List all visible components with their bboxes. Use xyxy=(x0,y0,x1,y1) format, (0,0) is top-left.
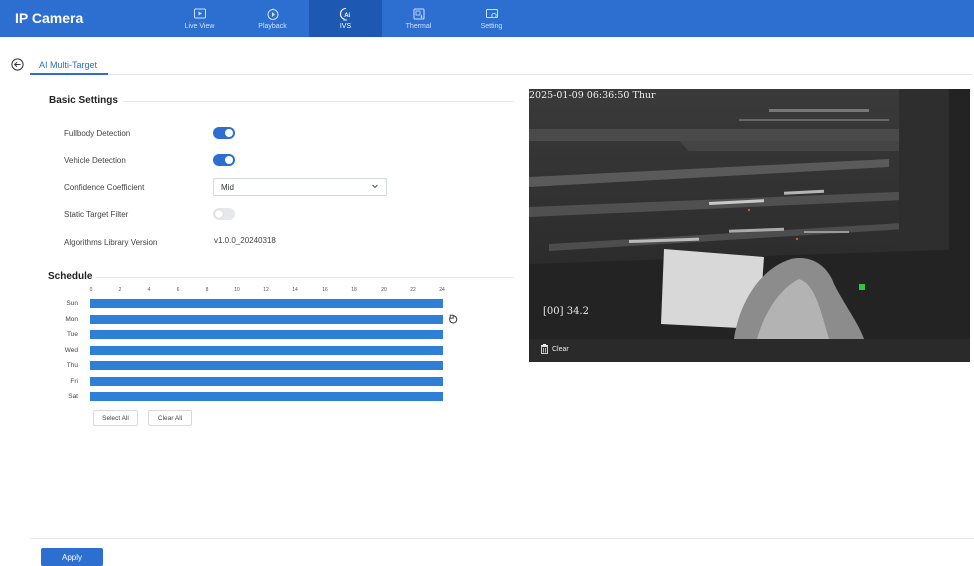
nav-label: Playback xyxy=(258,23,287,30)
apply-button[interactable]: Apply xyxy=(41,548,103,566)
algorithms-version-label: Algorithms Library Version xyxy=(64,238,158,247)
schedule-bar-wed[interactable] xyxy=(90,346,443,355)
clear-label: Clear xyxy=(552,345,569,353)
hour-label: 12 xyxy=(263,287,269,293)
app-title: IP Camera xyxy=(15,10,84,26)
hour-label: 16 xyxy=(322,287,328,293)
hour-label: 0 xyxy=(89,287,93,293)
thermal-scene-image xyxy=(529,89,970,339)
chevron-down-icon xyxy=(372,184,378,189)
toggle-knob xyxy=(225,129,233,137)
confidence-coefficient-select[interactable]: Mid xyxy=(213,178,387,196)
static-target-filter-toggle[interactable] xyxy=(213,208,235,220)
setting-icon xyxy=(485,9,498,19)
hour-label: 8 xyxy=(205,287,209,293)
copy-schedule-icon[interactable] xyxy=(448,314,458,324)
back-arrow-icon[interactable] xyxy=(11,58,24,71)
confidence-coefficient-label: Confidence Coefficient xyxy=(64,183,145,192)
schedule-title: Schedule xyxy=(48,271,93,282)
select-value: Mid xyxy=(221,183,234,192)
thermal-icon xyxy=(413,8,424,20)
day-label-sat: Sat xyxy=(68,393,78,400)
schedule-bar-tue[interactable] xyxy=(90,330,443,339)
clear-button[interactable]: Clear xyxy=(540,344,569,354)
tab-ai-multi-target[interactable]: AI Multi-Target xyxy=(39,60,97,70)
osd-timestamp: 2025-01-09 06:36:50 Thur xyxy=(529,90,656,101)
osd-temperature-readout: [00] 34.2 xyxy=(543,306,589,317)
day-label-fri: Fri xyxy=(70,378,78,385)
day-label-thu: Thu xyxy=(66,362,78,369)
day-label-tue: Tue xyxy=(67,331,78,338)
toggle-knob xyxy=(215,210,223,218)
hour-label: 20 xyxy=(381,287,387,293)
live-video-preview[interactable]: 2025-01-09 06:36:50 Thur [00] 34.2 Clear xyxy=(529,89,970,362)
playback-icon xyxy=(267,8,278,20)
top-bar: IP Camera Live View Playback Ai IVS Ther… xyxy=(0,0,974,37)
footer-divider xyxy=(30,538,974,539)
algorithms-version-value: v1.0.0_20240318 xyxy=(214,236,276,245)
hour-label: 6 xyxy=(176,287,180,293)
nav-setting[interactable]: Setting xyxy=(455,0,528,37)
nav-label: Setting xyxy=(480,23,503,30)
schedule-bar-fri[interactable] xyxy=(90,377,443,386)
basic-settings-title: Basic Settings xyxy=(49,95,118,106)
hour-label: 22 xyxy=(410,287,416,293)
section-divider xyxy=(96,277,514,278)
day-label-sun: Sun xyxy=(66,300,78,307)
tab-divider xyxy=(30,74,972,75)
nav-ivs[interactable]: Ai IVS xyxy=(309,0,382,37)
schedule-bar-sun[interactable] xyxy=(90,299,443,308)
nav-live-view[interactable]: Live View xyxy=(163,0,236,37)
day-label-mon: Mon xyxy=(65,316,78,323)
fullbody-detection-label: Fullbody Detection xyxy=(64,129,131,138)
section-divider xyxy=(123,101,514,102)
hour-label: 2 xyxy=(118,287,122,293)
nav-label: IVS xyxy=(339,23,352,30)
nav-label: Live View xyxy=(184,23,215,30)
nav-playback[interactable]: Playback xyxy=(236,0,309,37)
schedule-bar-sat[interactable] xyxy=(90,392,443,401)
live-view-icon xyxy=(193,8,206,19)
hour-label: 24 xyxy=(439,287,445,293)
select-all-button[interactable]: Select All xyxy=(93,410,138,426)
fullbody-detection-toggle[interactable] xyxy=(213,127,235,139)
ivs-ai-icon: Ai xyxy=(339,7,350,21)
active-tab-indicator xyxy=(30,73,108,75)
hour-label: 4 xyxy=(147,287,151,293)
hour-label: 10 xyxy=(234,287,240,293)
vehicle-detection-toggle[interactable] xyxy=(213,154,235,166)
toggle-knob xyxy=(225,156,233,164)
schedule-bar-thu[interactable] xyxy=(90,361,443,370)
main-nav: Live View Playback Ai IVS Thermal Settin… xyxy=(163,0,528,37)
clear-all-button[interactable]: Clear All xyxy=(148,410,192,426)
trash-icon xyxy=(541,344,548,354)
day-label-wed: Wed xyxy=(64,347,78,354)
schedule-bar-mon[interactable] xyxy=(90,315,443,324)
video-toolbar: Clear xyxy=(529,339,970,362)
static-target-filter-label: Static Target Filter xyxy=(64,210,129,219)
hour-label: 14 xyxy=(292,287,298,293)
nav-thermal[interactable]: Thermal xyxy=(382,0,455,37)
nav-label: Thermal xyxy=(405,23,432,30)
hour-label: 18 xyxy=(351,287,357,293)
svg-text:Ai: Ai xyxy=(344,13,350,19)
vehicle-detection-label: Vehicle Detection xyxy=(64,156,126,165)
